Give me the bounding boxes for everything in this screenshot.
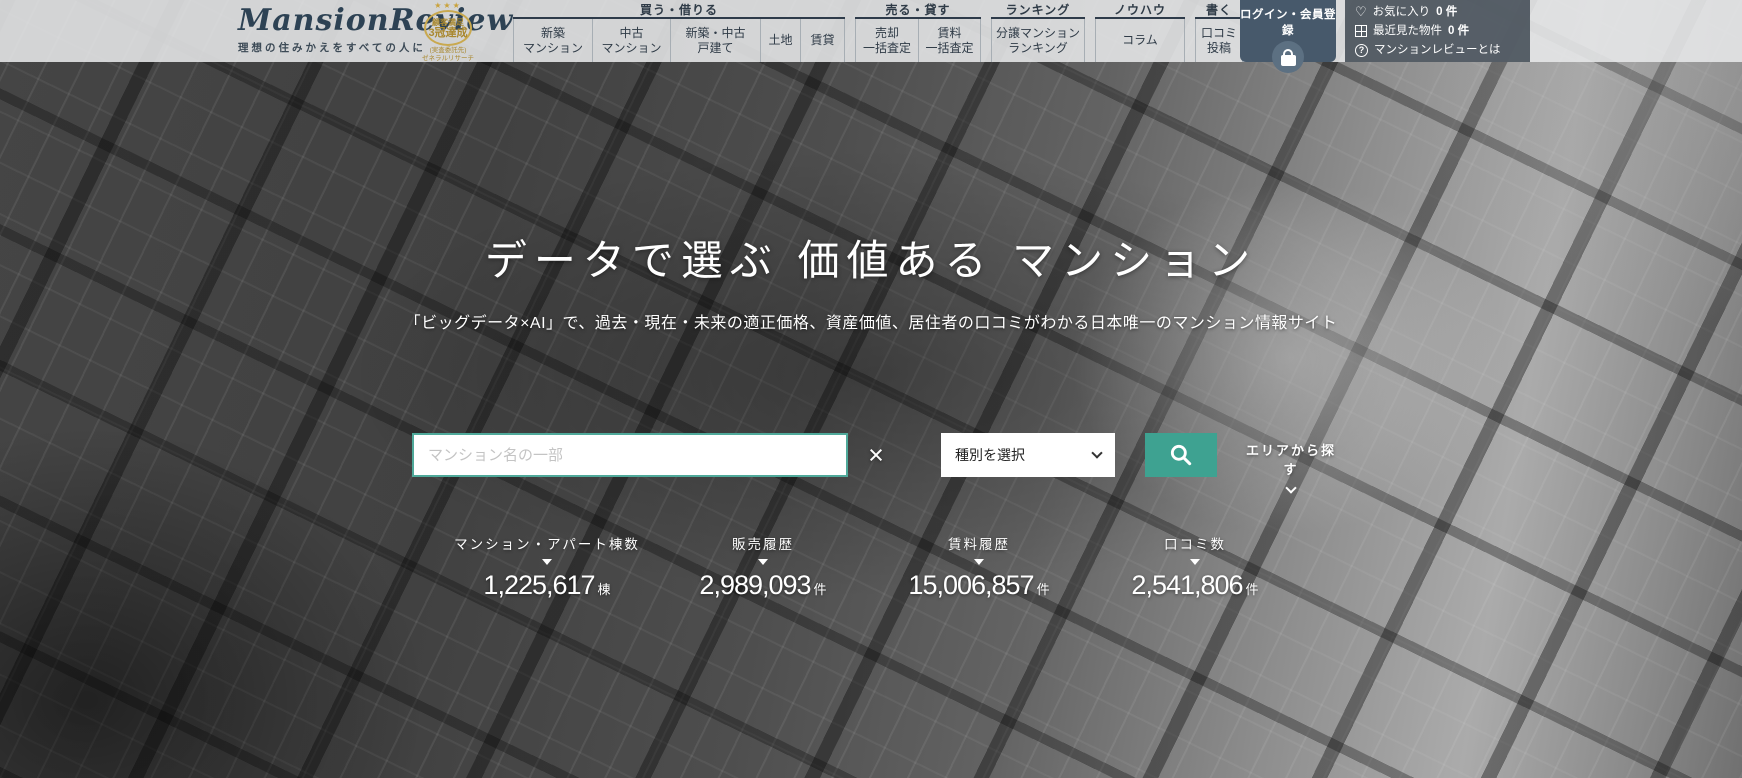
laurel-circle: 顧客満足 3冠達成 <box>424 10 472 46</box>
stat-rent-history: 賃料履歴 15,006,857 件 <box>879 533 1079 601</box>
search-bar: × 種別を選択 エリアから探す <box>241 433 1501 483</box>
property-type-select[interactable]: 種別を選択 <box>941 433 1115 477</box>
stat-value: 2,989,093 <box>699 570 810 600</box>
stat-review-count: 口コミ数 2,541,806 件 <box>1095 533 1295 601</box>
stat-sales-history: 販売履歴 2,989,093 件 <box>663 533 863 601</box>
nav-item-post-review[interactable]: 口コミ 投稿 <box>1196 19 1242 62</box>
nav-group-sell-lease: 売る・貸す 売却 一括査定 賃料 一括査定 <box>855 0 981 62</box>
favorites-link[interactable]: ♡ お気に入り 0 件 <box>1355 5 1520 19</box>
heart-icon: ♡ <box>1355 6 1367 18</box>
main-nav: 買う・借りる 新築 マンション 中古 マンション 新築・中古 戸建て <box>513 0 1243 62</box>
nav-group-label: 買う・借りる <box>513 0 845 19</box>
stat-value: 15,006,857 <box>908 570 1033 600</box>
award-line2: 3冠達成 <box>428 27 467 39</box>
caret-down-icon <box>542 559 552 565</box>
clear-search-button[interactable]: × <box>858 437 894 473</box>
about-link[interactable]: ? マンションレビューとは <box>1355 43 1520 57</box>
stat-label: 口コミ数 <box>1095 533 1295 553</box>
history-grid-icon <box>1355 25 1367 37</box>
nav-item-rental[interactable]: 賃貸 <box>800 19 844 62</box>
nav-group-write: 書く 口コミ 投稿 <box>1195 0 1243 62</box>
nav-item-new-mansion[interactable]: 新築 マンション <box>514 19 592 62</box>
nav-item-detached-house[interactable]: 新築・中古 戸建て <box>670 19 760 62</box>
nav-item-land[interactable]: 土地 <box>760 19 800 62</box>
lock-icon <box>1272 41 1304 73</box>
stat-unit: 件 <box>1246 582 1259 597</box>
nav-group-label: ランキング <box>991 0 1085 19</box>
stat-line: 2,989,093 件 <box>663 570 863 601</box>
stat-label: 販売履歴 <box>663 533 863 553</box>
recently-viewed-count: 0 件 <box>1448 24 1469 38</box>
chevron-down-icon <box>1285 482 1296 493</box>
site-header: MansionReview 理想の住みかえをすべての人に ★★★ 顧客満足 3冠… <box>0 0 1742 62</box>
stat-value: 2,541,806 <box>1131 570 1242 600</box>
question-icon: ? <box>1355 44 1368 57</box>
caret-down-icon <box>974 559 984 565</box>
nav-group-ranking: ランキング 分譲マンション ランキング <box>991 0 1085 62</box>
nav-group-label: ノウハウ <box>1095 0 1185 19</box>
area-link-label: エリアから探す <box>1246 443 1336 477</box>
nav-group-buy-rent: 買う・借りる 新築 マンション 中古 マンション 新築・中古 戸建て <box>513 0 845 62</box>
award-badge: ★★★ 顧客満足 3冠達成 (実査委託先) ゼネラルリサーチ <box>416 1 480 63</box>
caret-down-icon <box>1190 559 1200 565</box>
nav-group-knowhow: ノウハウ コラム <box>1095 0 1185 62</box>
award-line4: ゼネラルリサーチ <box>416 55 480 63</box>
star-icons: ★★★ <box>416 1 480 10</box>
stat-value: 1,225,617 <box>483 570 594 600</box>
favorites-count: 0 件 <box>1436 5 1457 19</box>
hero-subtitle: 「ビッグデータ×AI」で、過去・現在・未来の適正価格、資産価値、居住者の口コミが… <box>0 309 1742 333</box>
stat-line: 15,006,857 件 <box>879 570 1079 601</box>
search-button[interactable] <box>1145 433 1217 477</box>
stat-building-count: マンション・アパート棟数 1,225,617 棟 <box>447 533 647 601</box>
favorites-label: お気に入り <box>1373 5 1431 19</box>
nav-item-column[interactable]: コラム <box>1096 19 1184 62</box>
award-line1: 顧客満足 <box>432 18 464 27</box>
search-input[interactable] <box>412 433 848 477</box>
nav-item-sale-assessment[interactable]: 売却 一括査定 <box>856 19 918 62</box>
hero-title: データで選ぶ 価値ある マンション <box>0 227 1742 288</box>
stats-row: マンション・アパート棟数 1,225,617棟 販売履歴 2,989,093件 … <box>241 533 1501 601</box>
search-icon <box>1168 442 1194 468</box>
nav-item-used-mansion[interactable]: 中古 マンション <box>592 19 670 62</box>
recently-viewed-link[interactable]: 最近見た物件 0 件 <box>1355 24 1520 38</box>
recently-viewed-label: 最近見た物件 <box>1373 24 1442 38</box>
chevron-down-icon <box>1091 447 1102 458</box>
nav-item-rent-assessment[interactable]: 賃料 一括査定 <box>918 19 980 62</box>
lock-body <box>1281 55 1296 66</box>
stat-label: マンション・アパート棟数 <box>447 533 647 553</box>
nav-items: 売却 一括査定 賃料 一括査定 <box>855 19 981 62</box>
nav-items: 新築 マンション 中古 マンション 新築・中古 戸建て 土地 <box>513 19 845 62</box>
header-utilities: ♡ お気に入り 0 件 最近見た物件 0 件 ? マンションレビューとは <box>1345 0 1530 62</box>
stat-unit: 件 <box>814 582 827 597</box>
login-label: ログイン・会員登録 <box>1240 6 1336 38</box>
mansion-review-homepage: MansionReview 理想の住みかえをすべての人に ★★★ 顧客満足 3冠… <box>0 0 1742 778</box>
type-select-value: 種別を選択 <box>955 445 1025 465</box>
nav-items: コラム <box>1095 19 1185 62</box>
about-label: マンションレビューとは <box>1374 43 1501 57</box>
stat-line: 2,541,806 件 <box>1095 570 1295 601</box>
nav-item-mansion-ranking[interactable]: 分譲マンション ランキング <box>992 19 1084 62</box>
caret-down-icon <box>758 559 768 565</box>
nav-items: 分譲マンション ランキング <box>991 19 1085 62</box>
stat-unit: 件 <box>1037 582 1050 597</box>
stat-line: 1,225,617 棟 <box>447 570 647 601</box>
award-line3: (実査委託先) <box>416 47 480 55</box>
stat-label: 賃料履歴 <box>879 533 1079 553</box>
close-icon: × <box>868 440 884 470</box>
stat-unit: 棟 <box>598 582 611 597</box>
nav-items: 口コミ 投稿 <box>1195 19 1243 62</box>
login-button[interactable]: ログイン・会員登録 <box>1240 0 1336 62</box>
nav-group-label: 書く <box>1195 0 1243 19</box>
area-search-link[interactable]: エリアから探す <box>1241 440 1341 492</box>
nav-group-label: 売る・貸す <box>855 0 981 19</box>
